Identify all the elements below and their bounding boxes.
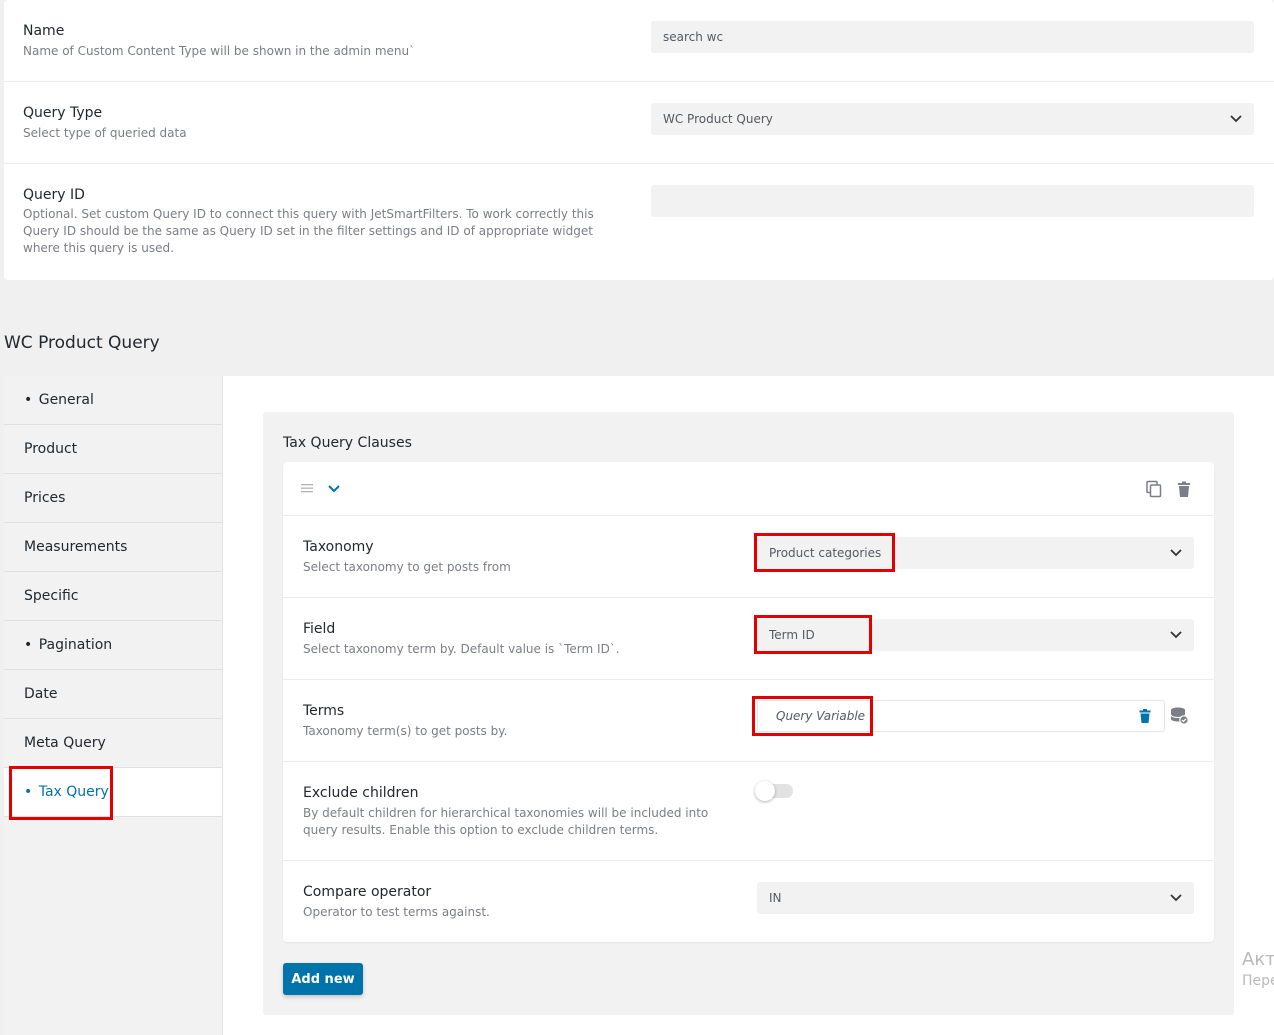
activation-watermark-sub: Пере xyxy=(1242,973,1274,989)
field-label: Field xyxy=(303,621,336,637)
chevron-down-icon xyxy=(1170,894,1182,902)
tab-label: Meta Query xyxy=(24,735,106,751)
name-label: Name xyxy=(23,23,65,39)
tab-modified-dot: • xyxy=(24,637,33,653)
terms-input[interactable]: Query Variable xyxy=(758,701,1128,731)
query-type-label: Query Type xyxy=(23,105,103,121)
query-type-select[interactable]: WC Product Query xyxy=(651,103,1254,135)
tab-label: Prices xyxy=(24,490,66,506)
taxonomy-label: Taxonomy xyxy=(303,539,374,555)
tab-label: Measurements xyxy=(24,539,128,555)
dynamic-data-icon[interactable] xyxy=(1169,706,1189,726)
query-id-label: Query ID xyxy=(23,187,85,203)
field-description: Select taxonomy term by. Default value i… xyxy=(303,642,620,656)
name-description: Name of Custom Content Type will be show… xyxy=(23,44,416,58)
tab-modified-dot: • xyxy=(24,392,33,408)
tab-general[interactable]: • General xyxy=(4,376,222,425)
terms-description: Taxonomy term(s) to get posts by. xyxy=(303,724,508,738)
taxonomy-description: Select taxonomy to get posts from xyxy=(303,560,511,574)
taxonomy-select[interactable]: Product categories xyxy=(757,537,1194,569)
terms-field: Query Variable xyxy=(757,700,1165,732)
chevron-down-icon xyxy=(1170,549,1182,557)
query-type-description: Select type of queried data xyxy=(23,126,187,140)
tax-query-clause-item: Taxonomy Select taxonomy to get posts fr… xyxy=(283,462,1214,942)
query-tabs-nav: • General Product Prices Measurements Sp… xyxy=(4,376,223,1035)
tab-label: General xyxy=(38,392,94,408)
query-type-row: Query Type Select type of queried data W… xyxy=(4,82,1274,164)
tab-product[interactable]: Product xyxy=(4,425,222,474)
terms-label: Terms xyxy=(303,703,345,719)
tab-pagination[interactable]: • Pagination xyxy=(4,621,222,670)
activation-watermark: Акт xyxy=(1242,949,1274,970)
tab-content-panel: Tax Query Clauses Taxonomy Select taxono… xyxy=(223,376,1274,1035)
terms-row: Terms Taxonomy term(s) to get posts by. … xyxy=(283,680,1214,762)
copy-icon[interactable] xyxy=(1145,480,1163,498)
drag-handle-icon[interactable] xyxy=(300,481,314,495)
field-select[interactable]: Term ID xyxy=(757,619,1194,651)
taxonomy-select-value: Product categories xyxy=(769,546,882,560)
query-id-description: Optional. Set custom Query ID to connect… xyxy=(23,207,594,255)
tab-meta-query[interactable]: Meta Query xyxy=(4,719,222,768)
tab-measurements[interactable]: Measurements xyxy=(4,523,222,572)
compare-operator-description: Operator to test terms against. xyxy=(303,905,490,919)
toggle-knob xyxy=(755,781,775,801)
tab-modified-dot: • xyxy=(24,784,33,800)
tab-date[interactable]: Date xyxy=(4,670,222,719)
exclude-children-label: Exclude children xyxy=(303,785,419,801)
query-id-input[interactable] xyxy=(651,185,1254,217)
tax-query-clauses: Tax Query Clauses Taxonomy Select taxono… xyxy=(263,412,1234,1015)
exclude-children-description: By default children for hierarchical tax… xyxy=(303,806,709,837)
chevron-down-icon xyxy=(1170,631,1182,639)
collapse-chevron-icon[interactable] xyxy=(327,483,341,495)
clear-terms-trash-icon[interactable] xyxy=(1137,708,1153,724)
taxonomy-row: Taxonomy Select taxonomy to get posts fr… xyxy=(283,516,1214,598)
section-title: WC Product Query xyxy=(4,333,160,353)
tab-specific[interactable]: Specific xyxy=(4,572,222,621)
exclude-children-row: Exclude children By default children for… xyxy=(283,762,1214,861)
compare-operator-select[interactable]: IN xyxy=(757,882,1194,914)
tab-label: Tax Query xyxy=(38,784,109,800)
exclude-children-toggle[interactable] xyxy=(755,781,793,801)
tab-label: Specific xyxy=(24,588,79,604)
trash-icon[interactable] xyxy=(1175,480,1193,498)
field-select-value: Term ID xyxy=(769,628,815,642)
name-row: Name Name of Custom Content Type will be… xyxy=(4,0,1274,82)
compare-operator-label: Compare operator xyxy=(303,884,432,900)
query-type-select-value: WC Product Query xyxy=(663,112,773,126)
tab-label: Pagination xyxy=(38,637,113,653)
query-id-row: Query ID Optional. Set custom Query ID t… xyxy=(4,164,1274,280)
tab-tax-query[interactable]: • Tax Query xyxy=(4,768,222,817)
tab-label: Product xyxy=(24,441,78,457)
chevron-down-icon xyxy=(1230,115,1242,123)
query-settings-card: Name Name of Custom Content Type will be… xyxy=(4,0,1274,280)
tax-query-clauses-title: Tax Query Clauses xyxy=(283,435,412,451)
tab-label: Date xyxy=(24,686,58,702)
compare-operator-row: Compare operator Operator to test terms … xyxy=(283,861,1214,942)
field-row: Field Select taxonomy term by. Default v… xyxy=(283,598,1214,680)
clause-header xyxy=(283,462,1214,516)
name-input[interactable]: search wc xyxy=(651,21,1254,53)
compare-operator-value: IN xyxy=(769,891,782,905)
add-new-button[interactable]: Add new xyxy=(283,963,363,995)
tab-prices[interactable]: Prices xyxy=(4,474,222,523)
